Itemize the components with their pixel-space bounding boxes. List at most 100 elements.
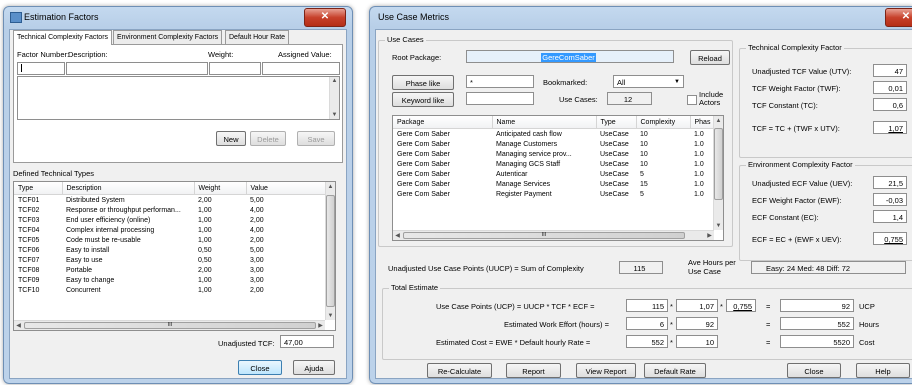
- report-button[interactable]: Report: [506, 363, 561, 378]
- table-row[interactable]: TCF09 Easy to change 1,00 3,00: [14, 275, 326, 285]
- total-estimate-title: Total Estimate: [389, 283, 441, 292]
- tab-environment[interactable]: Environment Complexity Factors: [113, 30, 223, 44]
- ec-field[interactable]: 1,4: [873, 210, 907, 223]
- use-case-hscroll[interactable]: ◀ III ▶: [393, 230, 714, 240]
- scroll-thumb[interactable]: [326, 195, 335, 307]
- recalculate-button[interactable]: Re-Calculate: [427, 363, 492, 378]
- table-cell: 1.0: [694, 190, 704, 198]
- scroll-thumb[interactable]: III: [403, 232, 685, 239]
- table-row[interactable]: TCF05 Code must be re-usable 1,00 2,00: [14, 235, 326, 245]
- ewf-field[interactable]: -0,03: [873, 193, 907, 206]
- help-button[interactable]: Help: [856, 363, 910, 378]
- col-complexity[interactable]: Complexity: [636, 116, 691, 129]
- estimation-factors-window: Estimation Factors ✕ Technical Complexit…: [3, 6, 353, 384]
- twf-field[interactable]: 0,01: [873, 81, 907, 94]
- col-package[interactable]: Package: [393, 116, 493, 129]
- tab-default-hour-rate[interactable]: Default Hour Rate: [225, 30, 290, 44]
- scroll-down-icon[interactable]: ▼: [326, 313, 335, 319]
- assigned-value-input[interactable]: [262, 62, 340, 75]
- title-bar[interactable]: Use Case Metrics ✕: [370, 7, 912, 29]
- notes-scrollbar[interactable]: ▲ ▼: [329, 77, 339, 119]
- factor-number-label: Factor Number:: [17, 50, 70, 59]
- scroll-up-icon[interactable]: ▲: [326, 184, 335, 190]
- table-row[interactable]: Gere Com Saber Managing GCS Staff UseCase 1…: [393, 159, 715, 169]
- tc-field[interactable]: 0,6: [873, 98, 907, 111]
- table-cell: Easy to use: [66, 256, 103, 264]
- table-cell: Anticipated cash flow: [496, 130, 562, 138]
- table-row[interactable]: Gere Com Saber Anticipated cash flow UseCa…: [393, 129, 715, 140]
- col-phase[interactable]: Phas: [690, 116, 716, 129]
- weight-label: Weight:: [208, 50, 234, 59]
- include-actors-checkbox[interactable]: [687, 95, 697, 105]
- phase-like-button[interactable]: Phase like: [392, 75, 454, 90]
- table-cell: 2,00: [198, 196, 212, 204]
- scroll-right-icon[interactable]: ▶: [316, 322, 325, 329]
- table-row[interactable]: TCF03 End user efficiency (online) 1,00 2,0…: [14, 215, 326, 225]
- types-hscroll[interactable]: ◀ III ▶: [14, 320, 325, 330]
- table-row[interactable]: Gere Com Saber Managing service prov... Us…: [393, 149, 715, 159]
- factor-number-input[interactable]: [17, 62, 65, 75]
- default-rate-button[interactable]: Default Rate: [644, 363, 706, 378]
- table-row[interactable]: TCF10 Concurrent 1,00 2,00: [14, 285, 326, 295]
- description-input[interactable]: [66, 62, 208, 75]
- view-report-button[interactable]: View Report: [576, 363, 636, 378]
- dropdown-arrow-icon[interactable]: ▼: [674, 76, 680, 87]
- col-weight[interactable]: Weight: [194, 182, 247, 195]
- reload-button[interactable]: Reload: [690, 50, 730, 65]
- table-row[interactable]: TCF07 Easy to use 0,50 3,00: [14, 255, 326, 265]
- scroll-thumb[interactable]: III: [24, 322, 316, 329]
- scroll-up-icon[interactable]: ▲: [330, 78, 339, 84]
- close-icon[interactable]: ✕: [885, 8, 912, 27]
- keyword-like-button[interactable]: Keyword like: [392, 92, 454, 107]
- close-button[interactable]: Close: [238, 360, 282, 375]
- tab-technical[interactable]: Technical Complexity Factors: [13, 30, 113, 45]
- save-button[interactable]: Save: [297, 131, 335, 146]
- scroll-thumb[interactable]: [714, 128, 723, 200]
- table-cell: UseCase: [600, 170, 629, 178]
- table-row[interactable]: TCF04 Complex internal processing 1,00 4,00: [14, 225, 326, 235]
- col-type[interactable]: Type: [596, 116, 637, 129]
- weight-input[interactable]: [209, 62, 261, 75]
- keyword-input[interactable]: [466, 92, 534, 105]
- delete-button[interactable]: Delete: [250, 131, 286, 146]
- help-button[interactable]: Ajuda: [293, 360, 335, 375]
- utv-field[interactable]: 47: [873, 64, 907, 77]
- bookmarked-select[interactable]: All ▼: [613, 75, 684, 88]
- new-button[interactable]: New: [216, 131, 246, 146]
- scroll-right-icon[interactable]: ▶: [705, 232, 714, 239]
- scroll-up-icon[interactable]: ▲: [714, 118, 723, 124]
- scroll-down-icon[interactable]: ▼: [714, 223, 723, 229]
- table-cell: UseCase: [600, 160, 629, 168]
- table-row[interactable]: Gere Com Saber Manage Services UseCase 15 1.…: [393, 179, 715, 189]
- table-cell: 0,50: [198, 246, 212, 254]
- table-cell: Managing service prov...: [496, 150, 572, 158]
- col-type[interactable]: Type: [14, 182, 63, 195]
- window-app-icon: [10, 12, 22, 23]
- tcf-result-value: 1,07: [888, 124, 903, 133]
- table-cell: 5: [640, 170, 644, 178]
- notes-textarea[interactable]: ▲ ▼: [17, 76, 340, 120]
- table-row[interactable]: TCF01 Distributed System 2,00 5,00: [14, 195, 326, 206]
- uev-field[interactable]: 21,5: [873, 176, 907, 189]
- scroll-left-icon[interactable]: ◀: [393, 232, 402, 239]
- table-cell: Manage Services: [496, 180, 551, 188]
- types-vscroll[interactable]: ▲ ▼: [325, 182, 335, 320]
- scroll-down-icon[interactable]: ▼: [330, 112, 339, 118]
- title-bar[interactable]: Estimation Factors ✕: [4, 7, 352, 29]
- col-description[interactable]: Description: [62, 182, 195, 195]
- table-row[interactable]: TCF08 Portable 2,00 3,00: [14, 265, 326, 275]
- table-row[interactable]: Gere Com Saber Register Payment UseCase 5 1.…: [393, 189, 715, 199]
- table-row[interactable]: Gere Com Saber Autenticar UseCase 5 1.0: [393, 169, 715, 179]
- table-row[interactable]: TCF06 Easy to install 0,50 5,00: [14, 245, 326, 255]
- table-row[interactable]: Gere Com Saber Manage Customers UseCase 10 1…: [393, 139, 715, 149]
- use-case-vscroll[interactable]: ▲ ▼: [713, 116, 723, 230]
- table-row[interactable]: TCF02 Response or throughput performan...…: [14, 205, 326, 215]
- close-icon[interactable]: ✕: [304, 8, 346, 27]
- table-cell: Complex internal processing: [66, 226, 155, 234]
- col-name[interactable]: Name: [492, 116, 597, 129]
- close-button[interactable]: Close: [787, 363, 841, 378]
- phase-input[interactable]: *: [466, 75, 534, 88]
- table-cell: 3,00: [250, 266, 264, 274]
- col-value[interactable]: Value: [246, 182, 327, 195]
- scroll-left-icon[interactable]: ◀: [14, 322, 23, 329]
